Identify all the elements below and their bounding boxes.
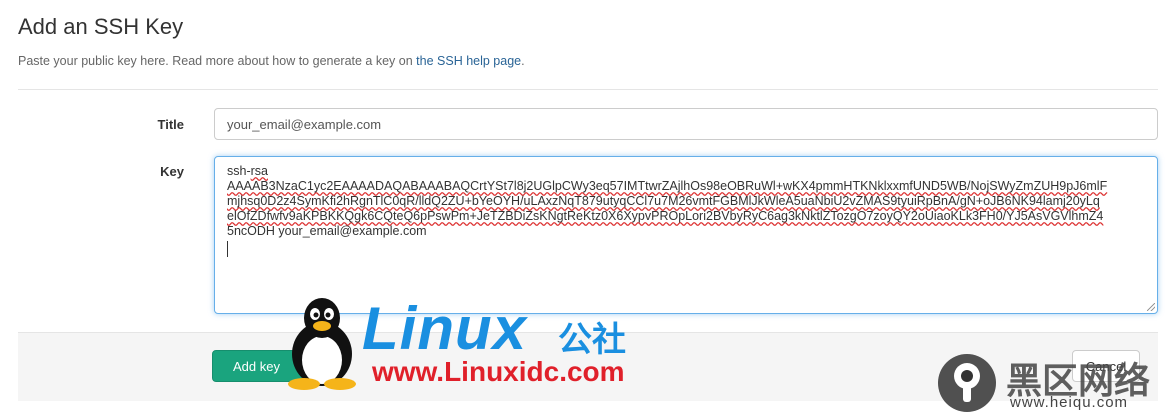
linux-url-text: www.Linuxidc.com [372,356,625,387]
intro-text: Paste your public key here. Read more ab… [18,54,525,68]
text-caret [227,241,228,257]
key-line-5: 5ncODH your_email@example.com [227,224,427,238]
linux-brand-text: Linux [362,295,527,362]
page-title: Add an SSH Key [18,14,184,39]
add-ssh-key-page: Add an SSH Key Paste your public key her… [0,0,1172,418]
header-divider [18,89,1158,90]
intro-description: Paste your public key here. Read more ab… [18,54,417,68]
key-type-suffix: rsa [250,164,268,178]
key-line-3: mjhsq0D2z4SymKfi2hRgnTlC0qR/lldQ2ZU+bYeO… [227,194,1100,208]
key-line-4: elOfZDfwfv9aKPBKKQgk6CQteQ6pPswPm+JeTZBD… [227,209,1104,223]
heiqu-logo-icon [938,354,996,412]
title-input[interactable] [214,108,1158,140]
tux-penguin-icon [288,298,356,390]
key-type: ssh- [227,164,251,178]
key-textarea[interactable]: ssh-rsa AAAAB3NzaC1yc2EAAAADAQABAAABAQCr… [214,156,1158,314]
linuxidc-watermark: Linux 公社 www.Linuxidc.com [280,294,640,390]
title-label: Title [157,117,185,132]
linux-cn-text: 公社 [558,321,626,359]
resize-grip-icon[interactable] [1147,303,1155,311]
key-line-1: ssh-rsa [227,164,1145,179]
key-label: Key [160,164,184,179]
heiqu-watermark: 黑区网络 www.heiqu.com [936,350,1162,416]
ssh-help-link[interactable]: the SSH help page [416,54,521,68]
key-line-2: AAAAB3NzaC1yc2EAAAADAQABAAABAQCrtYSt7l8j… [227,179,1108,193]
intro-suffix: . [521,54,525,68]
heiqu-url-text: www.heiqu.com [1010,394,1129,411]
